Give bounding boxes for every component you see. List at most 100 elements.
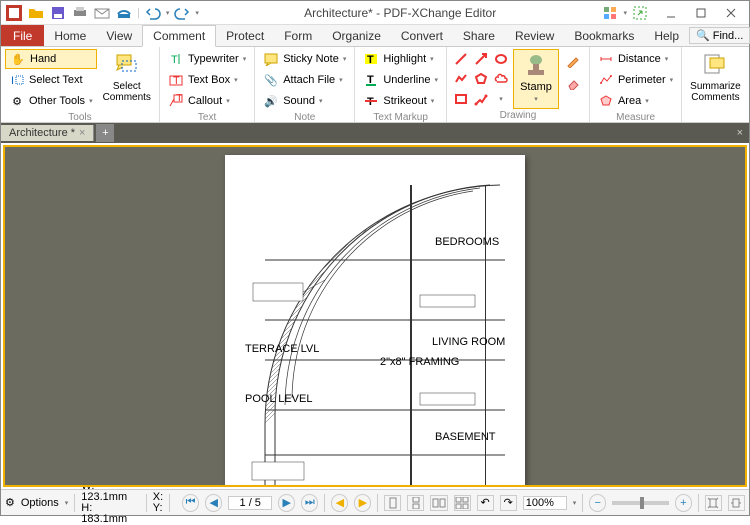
next-page-button[interactable]: ▶: [278, 494, 295, 512]
tab-view[interactable]: View: [96, 25, 142, 46]
underline-button[interactable]: TUnderline▾: [359, 70, 442, 90]
highlight-button[interactable]: THighlight▾: [359, 49, 442, 69]
rotate-cw-button[interactable]: ↷: [500, 495, 517, 511]
svg-text:T: T: [367, 54, 374, 66]
hand-tool-button[interactable]: ✋Hand: [5, 49, 97, 69]
tab-share[interactable]: Share: [453, 25, 505, 46]
perimeter-icon: [598, 72, 614, 88]
new-tab-button[interactable]: +: [96, 124, 114, 142]
summarize-comments-button[interactable]: Summarize Comments: [686, 49, 745, 111]
callout-button[interactable]: TCallout▾: [164, 91, 250, 111]
document-tab[interactable]: Architecture * ×: [1, 125, 94, 141]
last-page-button[interactable]: ⏭: [301, 494, 318, 512]
pencil-tool[interactable]: [565, 53, 581, 69]
stamp-button[interactable]: Stamp▾: [513, 49, 559, 109]
undo-icon[interactable]: [144, 4, 162, 22]
polygon-tool[interactable]: [473, 71, 489, 87]
ui-options-icon[interactable]: [601, 4, 619, 22]
strikeout-button[interactable]: TStrikeout▾: [359, 91, 442, 111]
tab-bookmarks[interactable]: Bookmarks: [564, 25, 644, 46]
distance-button[interactable]: Distance▾: [594, 49, 677, 69]
tab-convert[interactable]: Convert: [391, 25, 453, 46]
svg-text:T: T: [171, 54, 178, 66]
close-button[interactable]: [717, 4, 745, 22]
zoom-input[interactable]: [523, 496, 567, 510]
polyline-tool[interactable]: [453, 71, 469, 87]
attach-file-button[interactable]: 📎Attach File▾: [259, 70, 350, 90]
arrow-tool[interactable]: [473, 51, 489, 67]
zoom-in-button[interactable]: +: [675, 494, 692, 512]
fit-width-button[interactable]: [728, 495, 745, 511]
open-icon[interactable]: [27, 4, 45, 22]
gear-icon: ⚙: [9, 93, 25, 109]
tab-help[interactable]: Help: [644, 25, 689, 46]
scan-icon[interactable]: [115, 4, 133, 22]
eraser-tool[interactable]: [565, 75, 581, 91]
app-icon[interactable]: [5, 4, 23, 22]
speaker-icon: 🔊: [263, 93, 279, 109]
rectangle-tool[interactable]: [453, 91, 469, 107]
tab-comment[interactable]: Comment: [142, 25, 216, 47]
group-note: Sticky Note▾ 📎Attach File▾ 🔊Sound▾ Note: [255, 47, 355, 122]
document-tab-label: Architecture *: [9, 127, 75, 139]
line-tool[interactable]: [453, 51, 469, 67]
document-viewport[interactable]: BEDROOMS LIVING ROOM BASEMENT TERRACE LV…: [3, 145, 747, 487]
cloud-tool[interactable]: [493, 71, 509, 87]
tabs-close-all[interactable]: ×: [731, 127, 749, 139]
maximize-button[interactable]: [687, 4, 715, 22]
zoom-slider[interactable]: [612, 501, 669, 505]
fit-page-button[interactable]: [705, 495, 722, 511]
perimeter-button[interactable]: Perimeter▾: [594, 70, 677, 90]
area-label: Area: [618, 95, 641, 107]
group-text-markup: THighlight▾ TUnderline▾ TStrikeout▾ Text…: [355, 47, 447, 122]
tab-close-icon[interactable]: ×: [79, 127, 85, 139]
select-text-button[interactable]: ISelect Text: [5, 70, 97, 90]
email-icon[interactable]: [93, 4, 111, 22]
launch-icon[interactable]: [631, 4, 649, 22]
underline-icon: T: [363, 72, 379, 88]
page-input[interactable]: [228, 496, 272, 510]
sound-label: Sound: [283, 95, 315, 107]
next-view-button[interactable]: ▶: [354, 494, 371, 512]
prev-page-button[interactable]: ◀: [205, 494, 222, 512]
select-comments-icon: [113, 51, 141, 79]
tab-home[interactable]: Home: [44, 25, 96, 46]
layout-facing-cont-button[interactable]: [454, 495, 471, 511]
layout-facing-button[interactable]: [430, 495, 447, 511]
save-icon[interactable]: [49, 4, 67, 22]
tab-protect[interactable]: Protect: [216, 25, 274, 46]
cursor-position: X: Y:: [153, 492, 163, 514]
text-box-button[interactable]: TText Box▾: [164, 70, 250, 90]
svg-text:T: T: [173, 75, 180, 87]
options-button[interactable]: Options: [21, 497, 59, 509]
sound-button[interactable]: 🔊Sound▾: [259, 91, 350, 111]
page-dimensions: W: 123.1mm H: 183.1mm: [81, 481, 140, 525]
ellipse-tool[interactable]: [493, 51, 509, 67]
minimize-button[interactable]: [657, 4, 685, 22]
zoom-out-button[interactable]: −: [589, 494, 606, 512]
area-button[interactable]: Area▾: [594, 91, 677, 111]
layout-continuous-button[interactable]: [407, 495, 424, 511]
callout-icon: T: [168, 93, 184, 109]
tab-organize[interactable]: Organize: [322, 25, 391, 46]
redo-icon[interactable]: [173, 4, 191, 22]
typewriter-button[interactable]: TTypewriter▾: [164, 49, 250, 69]
find-button[interactable]: 🔍Find...: [689, 27, 750, 44]
dropdown-tool[interactable]: ▾: [493, 91, 509, 107]
tab-review[interactable]: Review: [505, 25, 564, 46]
group-measure: Distance▾ Perimeter▾ Area▾ Measure: [590, 47, 682, 122]
file-tab[interactable]: File: [1, 25, 44, 46]
prev-view-button[interactable]: ◀: [331, 494, 348, 512]
rotate-ccw-button[interactable]: ↶: [477, 495, 494, 511]
highlight-label: Highlight: [383, 53, 426, 65]
connected-line-tool[interactable]: [473, 91, 489, 107]
options-gear-icon[interactable]: ⚙: [5, 496, 15, 509]
select-comments-button[interactable]: Select Comments: [99, 49, 155, 111]
other-tools-button[interactable]: ⚙Other Tools▾: [5, 91, 97, 111]
first-page-button[interactable]: ⏮: [182, 494, 199, 512]
svg-text:2"x8" FRAMING: 2"x8" FRAMING: [380, 356, 459, 368]
layout-single-button[interactable]: [384, 495, 401, 511]
print-icon[interactable]: [71, 4, 89, 22]
sticky-note-button[interactable]: Sticky Note▾: [259, 49, 350, 69]
tab-form[interactable]: Form: [274, 25, 322, 46]
